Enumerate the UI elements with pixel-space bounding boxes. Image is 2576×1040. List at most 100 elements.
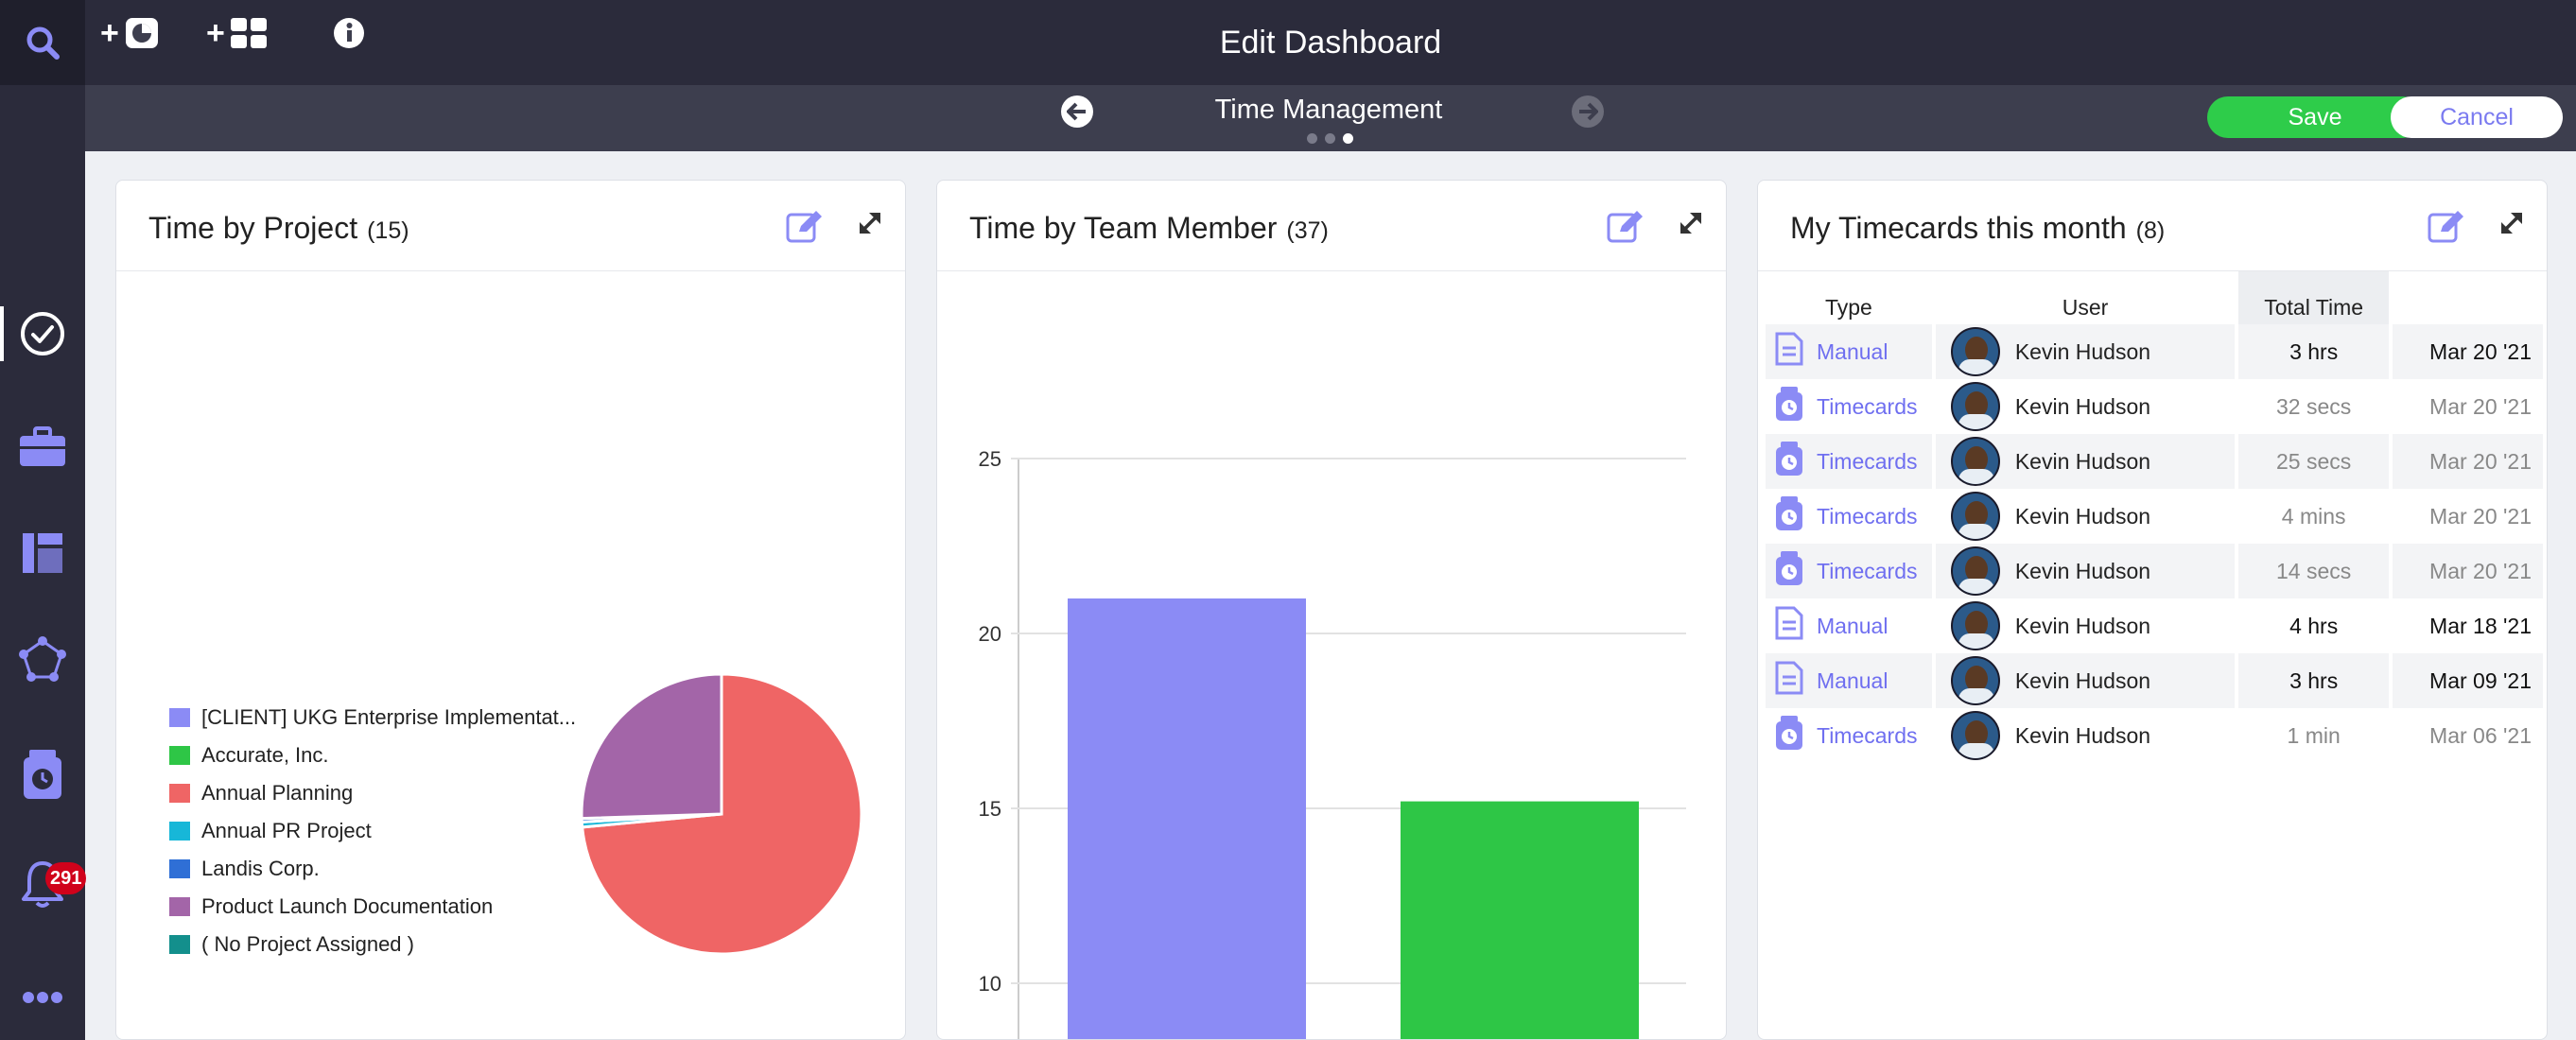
sidebar-item-notifications[interactable]: 291 (0, 841, 87, 927)
type-cell[interactable]: Manual (1766, 598, 1932, 653)
legend-item[interactable]: ( No Project Assigned ) (169, 926, 576, 963)
sidebar-item-projects[interactable] (0, 405, 85, 490)
legend-item[interactable]: [CLIENT] UKG Enterprise Implementat... (169, 699, 576, 737)
type-link[interactable]: Timecards (1817, 504, 1918, 529)
user-cell: Kevin Hudson (1936, 489, 2235, 544)
page-header-title: Edit Dashboard (1219, 24, 1442, 61)
date-cell: Mar 20 '21 (2393, 434, 2543, 489)
sidebar-item-network[interactable] (0, 616, 85, 702)
edit-icon[interactable] (1607, 209, 1645, 243)
table-row[interactable]: Timecards Kevin Hudson 14 secs Mar 20 '21 (1766, 544, 2543, 598)
user-cell: Kevin Hudson (1935, 434, 2236, 489)
legend-item[interactable]: Accurate, Inc. (169, 737, 576, 774)
chart-icon (125, 18, 158, 48)
add-layout-button[interactable]: + (206, 9, 267, 57)
bar-chart: 10 15 20 25 (979, 447, 1686, 1039)
sidebar-search[interactable] (0, 0, 85, 85)
table-row[interactable]: Manual Kevin Hudson 3 hrs Mar 20 '21 (1766, 324, 2543, 379)
total-time-cell: 32 secs (2276, 393, 2352, 419)
table-row[interactable]: Manual Kevin Hudson 4 hrs Mar 18 '21 (1766, 598, 2543, 653)
legend-item[interactable]: Landis Corp. (169, 850, 576, 888)
table-row[interactable]: Timecards Kevin Hudson 32 secs Mar 20 '21 (1766, 379, 2543, 434)
edit-icon[interactable] (786, 209, 824, 243)
type-link[interactable]: Timecards (1817, 723, 1918, 749)
arrow-left-icon (1067, 102, 1086, 121)
legend-item[interactable]: Product Launch Documentation (169, 888, 576, 926)
plus-icon: + (100, 14, 119, 51)
network-icon (19, 636, 66, 682)
y-tick-label: 15 (979, 797, 1001, 821)
table-row[interactable]: Timecards Kevin Hudson 1 min Mar 06 '21 (1766, 708, 2543, 763)
type-link[interactable]: Manual (1817, 339, 1888, 365)
notification-badge: 291 (45, 862, 87, 894)
arrow-right-icon (1579, 102, 1598, 121)
sidebar-item-timecards[interactable] (0, 732, 85, 817)
next-page-button[interactable] (1572, 95, 1604, 128)
table-row[interactable]: Timecards Kevin Hudson 4 mins Mar 20 '21 (1766, 489, 2543, 544)
page-dot[interactable] (1307, 133, 1317, 144)
avatar (1950, 546, 2000, 596)
widget-header: Time by Team Member (37) (937, 181, 1726, 271)
column-header-date[interactable] (2393, 271, 2543, 324)
widget-title: Time by Team Member (37) (969, 211, 1329, 245)
sidebar-item-more[interactable] (0, 955, 85, 1040)
legend-swatch (169, 784, 190, 803)
my-timecards-widget: My Timecards this month (8) Type User Tot… (1757, 180, 2548, 1040)
y-tick-label: 25 (979, 447, 1001, 471)
user-name: Kevin Hudson (2014, 448, 2151, 474)
avatar (1950, 711, 2000, 760)
type-link[interactable]: Timecards (1817, 394, 1918, 420)
expand-icon[interactable] (856, 209, 884, 237)
expand-icon[interactable] (2498, 209, 2526, 237)
timecard-icon (1775, 550, 1803, 592)
legend-item[interactable]: Annual Planning (169, 774, 576, 812)
table-row[interactable]: Timecards Kevin Hudson 25 secs Mar 20 '21 (1766, 434, 2543, 489)
bar[interactable] (1401, 801, 1639, 1039)
type-cell[interactable]: Manual (1766, 653, 1932, 708)
table-row[interactable]: Manual Kevin Hudson 3 hrs Mar 09 '21 (1766, 653, 2543, 708)
timecard-icon (1775, 386, 1803, 427)
user-name: Kevin Hudson (2014, 667, 2151, 693)
search-icon (26, 26, 60, 60)
type-link[interactable]: Timecards (1817, 559, 1918, 584)
avatar (1950, 492, 2000, 541)
type-link[interactable]: Manual (1817, 614, 1888, 639)
page-dot-active[interactable] (1343, 133, 1353, 144)
timecard-icon (1775, 715, 1803, 756)
type-link[interactable]: Manual (1817, 668, 1888, 694)
y-tick-label: 20 (979, 622, 1001, 646)
add-widget-button[interactable]: + (100, 9, 159, 57)
edit-icon[interactable] (2428, 209, 2465, 243)
avatar (1950, 601, 2000, 650)
column-header-total-time[interactable]: Total Time (2238, 271, 2390, 324)
column-header-type[interactable]: Type (1766, 271, 1932, 324)
info-button[interactable] (333, 9, 365, 57)
legend-label: Product Launch Documentation (201, 894, 494, 918)
prev-page-button[interactable] (1061, 95, 1093, 128)
avatar (1950, 382, 2000, 431)
pie-slice[interactable] (580, 672, 723, 821)
info-icon (334, 18, 364, 48)
sidebar-item-tasks[interactable] (0, 291, 85, 376)
user-cell: Kevin Hudson (1936, 379, 2235, 434)
type-cell[interactable]: Timecards (1766, 379, 1932, 434)
timecards-table: Type User Total Time Manual Kevin Hudson 3… (1762, 271, 2547, 763)
cancel-button[interactable]: Cancel (2391, 96, 2563, 138)
column-header-user[interactable]: User (1935, 271, 2236, 324)
sidebar-item-boards[interactable] (0, 511, 85, 596)
type-cell[interactable]: Timecards (1766, 544, 1932, 598)
user-name: Kevin Hudson (2014, 503, 2151, 529)
layout-icon (23, 533, 62, 573)
expand-icon[interactable] (1677, 209, 1705, 237)
bar[interactable] (1068, 598, 1306, 1039)
page-dot[interactable] (1325, 133, 1335, 144)
type-cell[interactable]: Timecards (1766, 489, 1932, 544)
legend-item[interactable]: Annual PR Project (169, 812, 576, 850)
legend-swatch (169, 935, 190, 954)
type-cell[interactable]: Timecards (1766, 434, 1932, 489)
y-tick-label: 10 (979, 972, 1001, 996)
type-cell[interactable]: Timecards (1766, 708, 1932, 763)
type-cell[interactable]: Manual (1766, 324, 1932, 379)
type-link[interactable]: Timecards (1817, 449, 1918, 475)
user-name: Kevin Hudson (2014, 558, 2151, 583)
